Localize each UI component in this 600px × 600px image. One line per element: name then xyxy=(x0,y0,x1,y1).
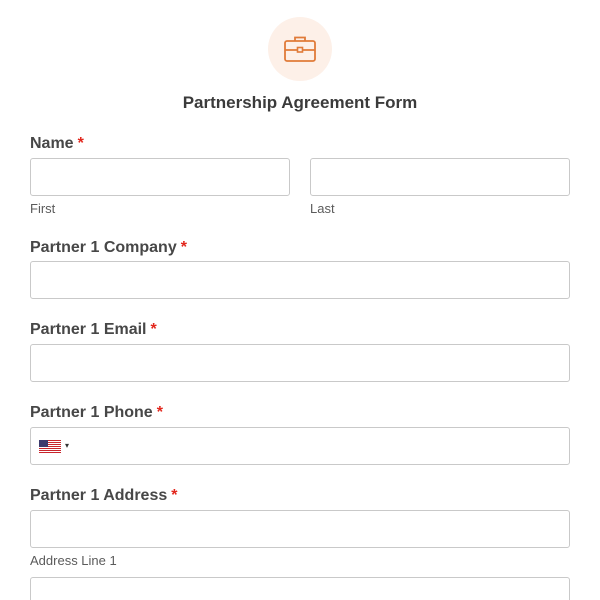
last-name-input[interactable] xyxy=(310,158,570,196)
email-label: Partner 1 Email * xyxy=(30,320,157,340)
address-line2-input[interactable] xyxy=(30,577,570,600)
first-name-input[interactable] xyxy=(30,158,290,196)
address-line1-sublabel: Address Line 1 xyxy=(30,553,117,568)
us-flag-icon[interactable] xyxy=(39,440,61,453)
phone-label-text: Partner 1 Phone xyxy=(30,404,153,421)
name-label: Name * xyxy=(30,134,84,154)
required-marker: * xyxy=(180,239,187,256)
form-logo xyxy=(268,17,332,81)
phone-input[interactable]: ▾ xyxy=(30,427,570,465)
company-label-text: Partner 1 Company xyxy=(30,239,177,256)
required-marker: * xyxy=(77,135,84,152)
form-title: Partnership Agreement Form xyxy=(182,93,418,112)
email-label-text: Partner 1 Email xyxy=(30,321,147,338)
form-page: Partnership Agreement Form Name * First L… xyxy=(0,0,600,600)
address-label: Partner 1 Address * xyxy=(30,486,177,506)
required-marker: * xyxy=(150,321,157,338)
company-label: Partner 1 Company * xyxy=(30,238,187,258)
required-marker: * xyxy=(156,404,163,421)
required-marker: * xyxy=(171,487,178,504)
briefcase-icon xyxy=(284,36,316,62)
phone-label: Partner 1 Phone * xyxy=(30,403,163,423)
country-dropdown-caret-icon[interactable]: ▾ xyxy=(65,441,69,451)
last-name-sublabel: Last xyxy=(310,201,335,216)
first-name-sublabel: First xyxy=(30,201,56,216)
address-label-text: Partner 1 Address xyxy=(30,487,168,504)
address-line1-input[interactable] xyxy=(30,510,570,548)
email-input[interactable] xyxy=(30,344,570,382)
company-input[interactable] xyxy=(30,261,570,299)
name-label-text: Name xyxy=(30,135,74,152)
